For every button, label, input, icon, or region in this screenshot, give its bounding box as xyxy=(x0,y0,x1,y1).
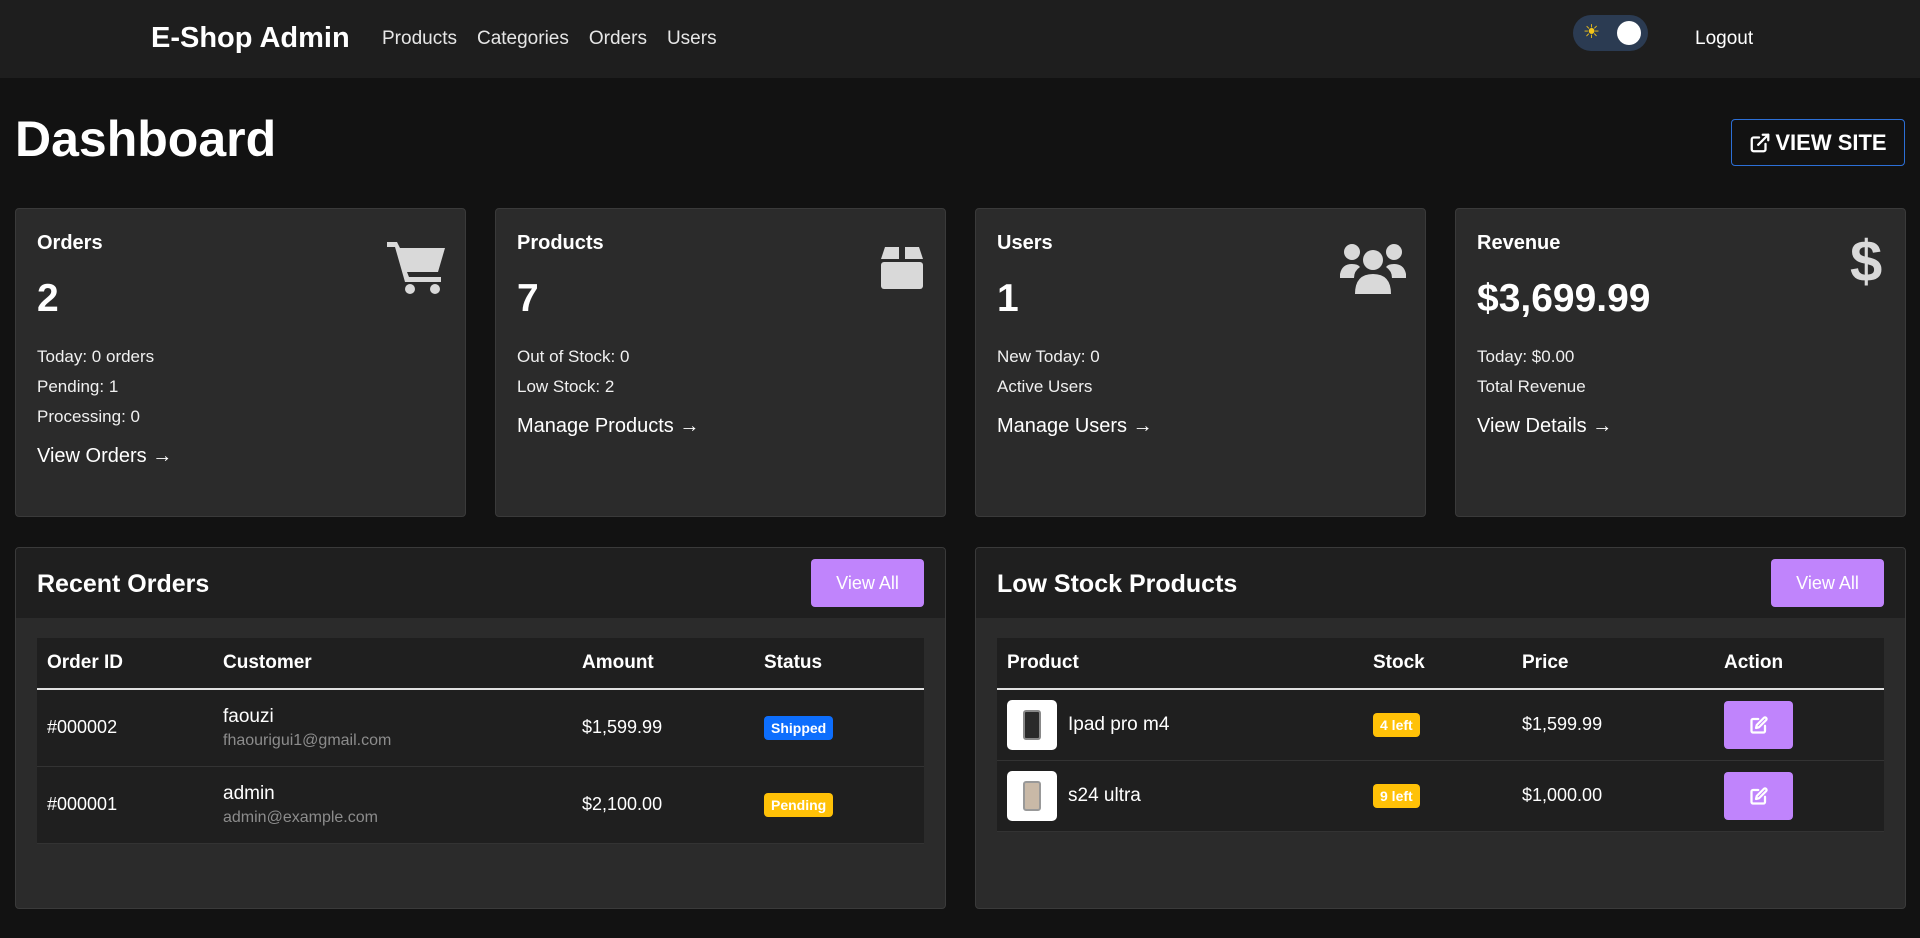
stock-cell: 9 left xyxy=(1363,760,1512,832)
stock-cell: 4 left xyxy=(1363,689,1512,761)
page-title: Dashboard xyxy=(15,111,277,167)
view-site-button[interactable]: VIEW SITE xyxy=(1731,119,1905,166)
column-header: Status xyxy=(754,638,924,690)
panel-title: Recent Orders xyxy=(37,570,210,598)
panel-header: Recent Orders View All xyxy=(16,548,945,618)
customer-name: admin xyxy=(223,782,275,804)
brand-logo[interactable]: E-Shop Admin xyxy=(151,22,350,55)
stock-badge: 4 left xyxy=(1373,712,1420,737)
view-details-link[interactable]: View Details → xyxy=(1477,415,1612,438)
product-thumbnail xyxy=(1007,770,1057,821)
card-value: 7 xyxy=(517,277,539,320)
card-line: New Today: 0 xyxy=(997,347,1100,366)
nav-link-products[interactable]: Products xyxy=(382,28,457,50)
column-header: Product xyxy=(997,638,1363,690)
product-cell: Ipad pro m4 xyxy=(997,689,1363,761)
nav-link-orders[interactable]: Orders xyxy=(589,28,647,50)
product-name: s24 ultra xyxy=(1068,784,1141,806)
nav-link-categories[interactable]: Categories xyxy=(477,28,569,50)
edit-icon xyxy=(1749,716,1768,734)
customer-email: fhaourigui1@gmail.com xyxy=(223,731,392,749)
status-cell: Pending xyxy=(754,766,924,844)
table-row[interactable]: s24 ultra 9 left $1,000.00 xyxy=(997,760,1884,832)
order-amount: $2,100.00 xyxy=(572,766,754,844)
manage-users-link[interactable]: Manage Users → xyxy=(997,415,1153,438)
card-title: Users xyxy=(997,232,1053,254)
box-icon xyxy=(879,245,925,296)
column-header: Stock xyxy=(1363,638,1512,690)
manage-products-link[interactable]: Manage Products → xyxy=(517,415,699,438)
panel-header: Low Stock Products View All xyxy=(976,548,1905,618)
column-header: Customer xyxy=(213,638,572,690)
card-title: Orders xyxy=(37,232,103,254)
recent-orders-panel: Recent Orders View All Order ID Customer… xyxy=(15,547,946,909)
low-stock-table: Product Stock Price Action Ipad pro m4 4… xyxy=(997,638,1884,832)
order-id: #000002 xyxy=(37,689,213,767)
theme-toggle[interactable]: ☀ xyxy=(1573,15,1648,51)
customer-cell: admin admin@example.com xyxy=(213,766,572,844)
status-cell: Shipped xyxy=(754,689,924,767)
orders-table: Order ID Customer Amount Status #000002 … xyxy=(37,638,924,844)
table-row[interactable]: Ipad pro m4 4 left $1,599.99 xyxy=(997,689,1884,761)
card-line: Today: $0.00 xyxy=(1477,347,1575,366)
status-badge: Pending xyxy=(764,792,834,817)
dollar-icon: $ xyxy=(1850,229,1883,294)
view-all-products-button[interactable]: View All xyxy=(1771,559,1884,607)
order-amount: $1,599.99 xyxy=(572,689,754,767)
nav-link-users[interactable]: Users xyxy=(667,28,717,50)
stock-badge: 9 left xyxy=(1373,783,1420,808)
cart-icon xyxy=(387,240,447,299)
top-navbar: E-Shop Admin Products Categories Orders … xyxy=(0,0,1920,78)
column-header: Price xyxy=(1512,638,1714,690)
card-value: $3,699.99 xyxy=(1477,277,1651,320)
orders-card: Orders 2 Today: 0 orders Pending: 1 Proc… xyxy=(15,208,466,517)
users-card: Users 1 New Today: 0 Active Users Manage… xyxy=(975,208,1426,517)
view-orders-link[interactable]: View Orders → xyxy=(37,445,172,468)
customer-email: admin@example.com xyxy=(223,808,378,826)
low-stock-panel: Low Stock Products View All Product Stoc… xyxy=(975,547,1906,909)
product-thumbnail xyxy=(1007,699,1057,750)
action-cell xyxy=(1714,760,1884,832)
card-value: 1 xyxy=(997,277,1019,320)
product-price: $1,000.00 xyxy=(1512,760,1714,832)
card-value: 2 xyxy=(37,277,59,320)
logout-link[interactable]: Logout xyxy=(1695,28,1753,50)
toggle-knob xyxy=(1617,21,1641,45)
status-badge: Shipped xyxy=(764,715,834,740)
table-row[interactable]: #000001 admin admin@example.com $2,100.0… xyxy=(37,766,924,844)
edit-icon xyxy=(1749,786,1768,805)
action-cell xyxy=(1714,689,1884,761)
products-card: Products 7 Out of Stock: 0 Low Stock: 2 … xyxy=(495,208,946,517)
customer-name: faouzi xyxy=(223,705,274,727)
order-id: #000001 xyxy=(37,766,213,844)
card-line: Active Users xyxy=(997,377,1093,396)
column-header: Order ID xyxy=(37,638,213,690)
column-header: Amount xyxy=(572,638,754,690)
view-site-label: VIEW SITE xyxy=(1775,129,1887,155)
revenue-card: Revenue $ $3,699.99 Today: $0.00 Total R… xyxy=(1455,208,1906,517)
card-line: Out of Stock: 0 xyxy=(517,347,630,366)
card-line: Processing: 0 xyxy=(37,407,140,426)
customer-cell: faouzi fhaourigui1@gmail.com xyxy=(213,689,572,767)
product-cell: s24 ultra xyxy=(997,760,1363,832)
card-title: Products xyxy=(517,232,604,254)
card-title: Revenue xyxy=(1477,232,1561,254)
product-price: $1,599.99 xyxy=(1512,689,1714,761)
edit-product-button[interactable] xyxy=(1724,771,1793,820)
table-row[interactable]: #000002 faouzi fhaourigui1@gmail.com $1,… xyxy=(37,689,924,767)
panel-title: Low Stock Products xyxy=(997,570,1238,598)
users-icon xyxy=(1340,242,1406,299)
product-name: Ipad pro m4 xyxy=(1068,713,1170,735)
column-header: Action xyxy=(1714,638,1884,690)
external-link-icon xyxy=(1750,133,1770,152)
edit-product-button[interactable] xyxy=(1724,700,1793,749)
card-line: Pending: 1 xyxy=(37,377,119,396)
card-line: Total Revenue xyxy=(1477,377,1586,396)
card-line: Low Stock: 2 xyxy=(517,377,615,396)
sun-icon: ☀ xyxy=(1583,22,1601,43)
view-all-orders-button[interactable]: View All xyxy=(811,559,924,607)
card-line: Today: 0 orders xyxy=(37,347,155,366)
nav-links: Products Categories Orders Users xyxy=(382,28,717,50)
